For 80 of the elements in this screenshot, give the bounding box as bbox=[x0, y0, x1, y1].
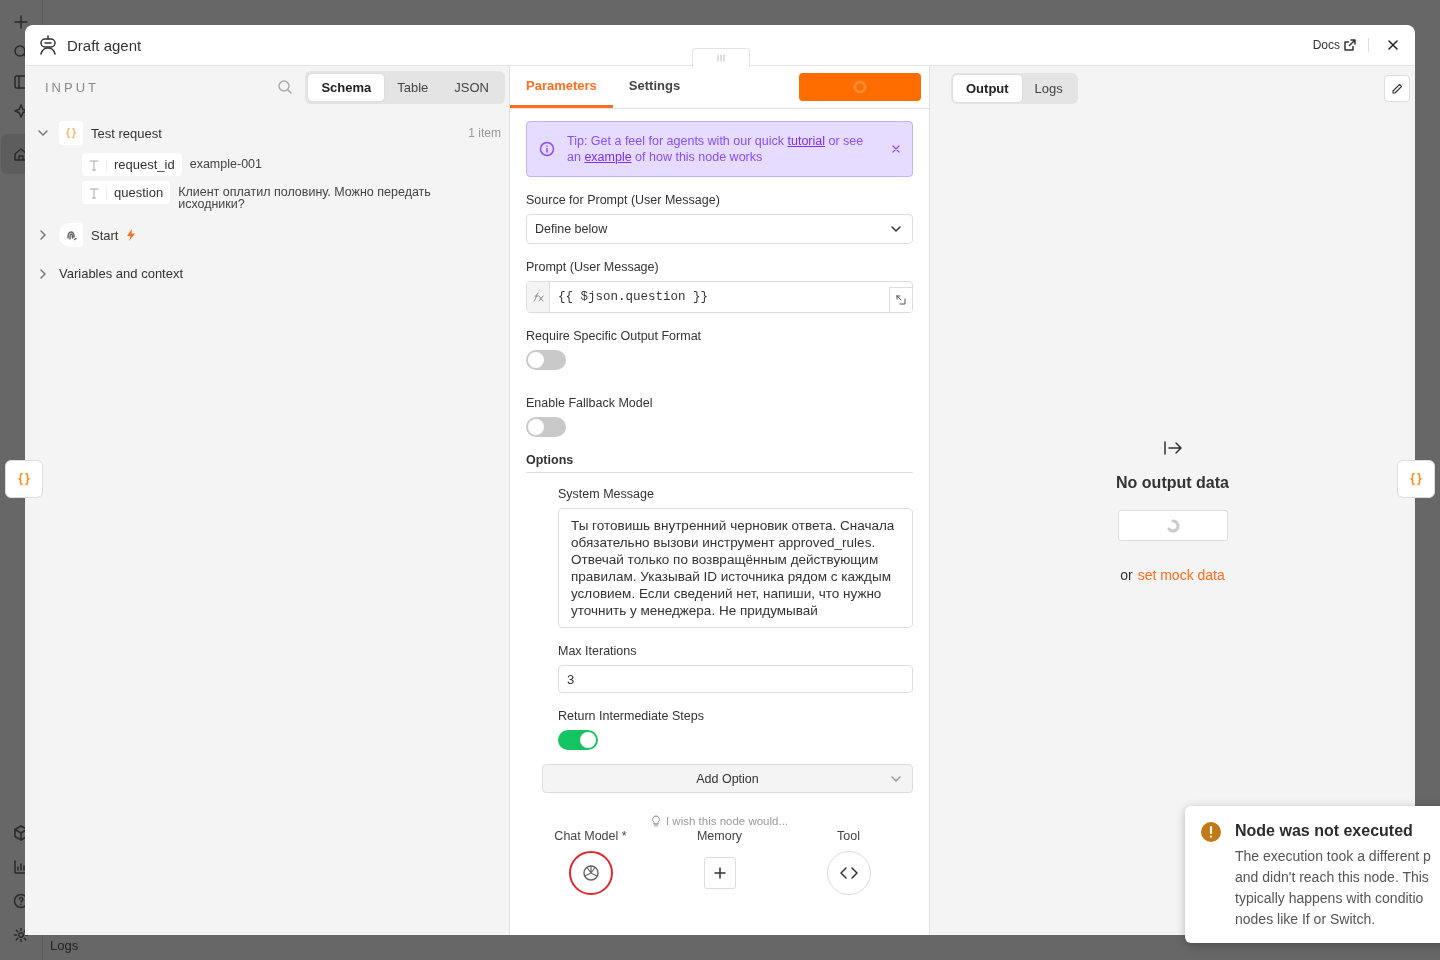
settings-icon[interactable] bbox=[13, 927, 29, 943]
field-value: example-001 bbox=[189, 156, 263, 170]
system-message-field[interactable]: Ты готовишь внутренний черновик ответа. Сначала обязательно вызови инструмент approved_rules. Отвечай только по возвращённым действующим правилам. Указывай ID источника рядом с каждым условием. Если сведений нет, напиши, что нужно уточнить у менеджера. Не придумывай bbox=[558, 508, 913, 628]
add-connector-button[interactable] bbox=[703, 857, 736, 889]
select-field[interactable]: Define below bbox=[526, 214, 913, 244]
plus-icon bbox=[713, 867, 726, 879]
arrow-right-bar-icon bbox=[1162, 440, 1183, 456]
docs-link[interactable]: Docs bbox=[1312, 38, 1369, 52]
add-option-button[interactable]: Add Option bbox=[542, 764, 913, 793]
field-label: System Message bbox=[558, 487, 655, 501]
number-field[interactable]: 3 bbox=[558, 665, 913, 693]
field-label: Enable Fallback Model bbox=[526, 396, 654, 410]
spinner-icon bbox=[1165, 518, 1180, 533]
toggle-switch[interactable] bbox=[526, 350, 566, 370]
grip-icon bbox=[716, 54, 726, 62]
empty-state-title: No output data bbox=[1116, 474, 1229, 492]
expand-icon[interactable] bbox=[896, 295, 906, 305]
field-key-chip[interactable]: question bbox=[82, 181, 171, 204]
mock-prefix: or bbox=[1120, 567, 1133, 583]
field-label: Prompt (User Message) bbox=[526, 260, 660, 274]
info-icon bbox=[539, 141, 555, 157]
field-key-label: request_id bbox=[113, 157, 176, 172]
chevron-right-icon[interactable] bbox=[37, 229, 49, 241]
view-tab[interactable]: Schema bbox=[308, 73, 385, 101]
field-label: Max Iterations bbox=[558, 644, 638, 658]
function-icon bbox=[532, 292, 544, 302]
view-tab[interactable]: Logs bbox=[1021, 75, 1076, 102]
toast-title: Node was not executed bbox=[1235, 822, 1414, 840]
field-key-label: question bbox=[113, 185, 165, 200]
field-label: Require Specific Output Format bbox=[526, 329, 703, 343]
panel-heading: INPUT bbox=[45, 79, 100, 95]
toggle-switch[interactable] bbox=[558, 730, 598, 750]
connector-label: Tool bbox=[837, 829, 860, 843]
field-label: Return Intermediate Steps bbox=[558, 709, 705, 723]
close-icon bbox=[1387, 39, 1399, 51]
tool-connector[interactable] bbox=[826, 851, 871, 895]
close-button[interactable] bbox=[1385, 37, 1401, 53]
text-type-icon bbox=[88, 158, 100, 171]
section-label: Variables and context bbox=[59, 266, 184, 281]
view-tab[interactable]: Output bbox=[953, 75, 1022, 102]
model-connector[interactable] bbox=[568, 851, 613, 895]
braces-icon bbox=[1409, 472, 1423, 486]
code-icon bbox=[839, 866, 858, 880]
drag-handle[interactable] bbox=[692, 48, 750, 67]
toggle-switch[interactable] bbox=[526, 417, 566, 437]
lightbulb-icon bbox=[650, 815, 661, 827]
panel-tab[interactable]: Settings bbox=[612, 78, 697, 108]
text-type-icon bbox=[88, 186, 100, 199]
field-label: Source for Prompt (User Message) bbox=[526, 193, 721, 207]
plus-icon[interactable] bbox=[13, 14, 29, 30]
tree-node-label: Test request bbox=[91, 125, 162, 141]
connector-label: Chat Model * bbox=[554, 829, 627, 843]
tip-text: Tip: Get a feel for agents with our quick tutorial or see an example of how this node works bbox=[567, 133, 865, 165]
toast-message: The execution took a different p and didn't reach this node. This typically happens with conditio nodes like If or Switch. bbox=[1235, 847, 1431, 929]
spinner-icon bbox=[853, 80, 867, 94]
field-value: Клиент оплатил половину. Можно передать исходники? bbox=[178, 184, 432, 210]
chevron-right-icon[interactable] bbox=[37, 267, 49, 280]
expression-field[interactable]: {{ $json.question }} bbox=[526, 281, 913, 313]
view-tab[interactable]: Table bbox=[384, 73, 442, 101]
example-link[interactable]: example bbox=[584, 150, 632, 164]
chevron-down-icon bbox=[890, 223, 902, 235]
fingerprint-icon bbox=[65, 229, 77, 241]
chevron-down-icon[interactable] bbox=[37, 127, 49, 139]
external-link-icon bbox=[1344, 39, 1356, 51]
view-tab[interactable]: JSON bbox=[441, 73, 502, 101]
tutorial-link[interactable]: tutorial bbox=[787, 134, 825, 148]
section-heading: Options bbox=[526, 453, 913, 473]
bolt-icon bbox=[126, 229, 137, 241]
pencil-icon bbox=[1391, 82, 1403, 95]
edit-button[interactable] bbox=[1384, 75, 1410, 102]
close-icon[interactable] bbox=[892, 145, 900, 153]
tree-node-label: Start bbox=[91, 227, 119, 243]
warning-icon bbox=[1201, 822, 1221, 842]
window-title: Draft agent bbox=[67, 36, 142, 54]
braces-icon bbox=[17, 472, 31, 486]
braces-icon bbox=[65, 127, 77, 139]
item-count: 1 item bbox=[468, 126, 501, 140]
connector-label: Memory bbox=[696, 829, 743, 843]
field-key-chip[interactable]: request_id bbox=[82, 153, 182, 176]
robot-icon bbox=[37, 34, 59, 56]
